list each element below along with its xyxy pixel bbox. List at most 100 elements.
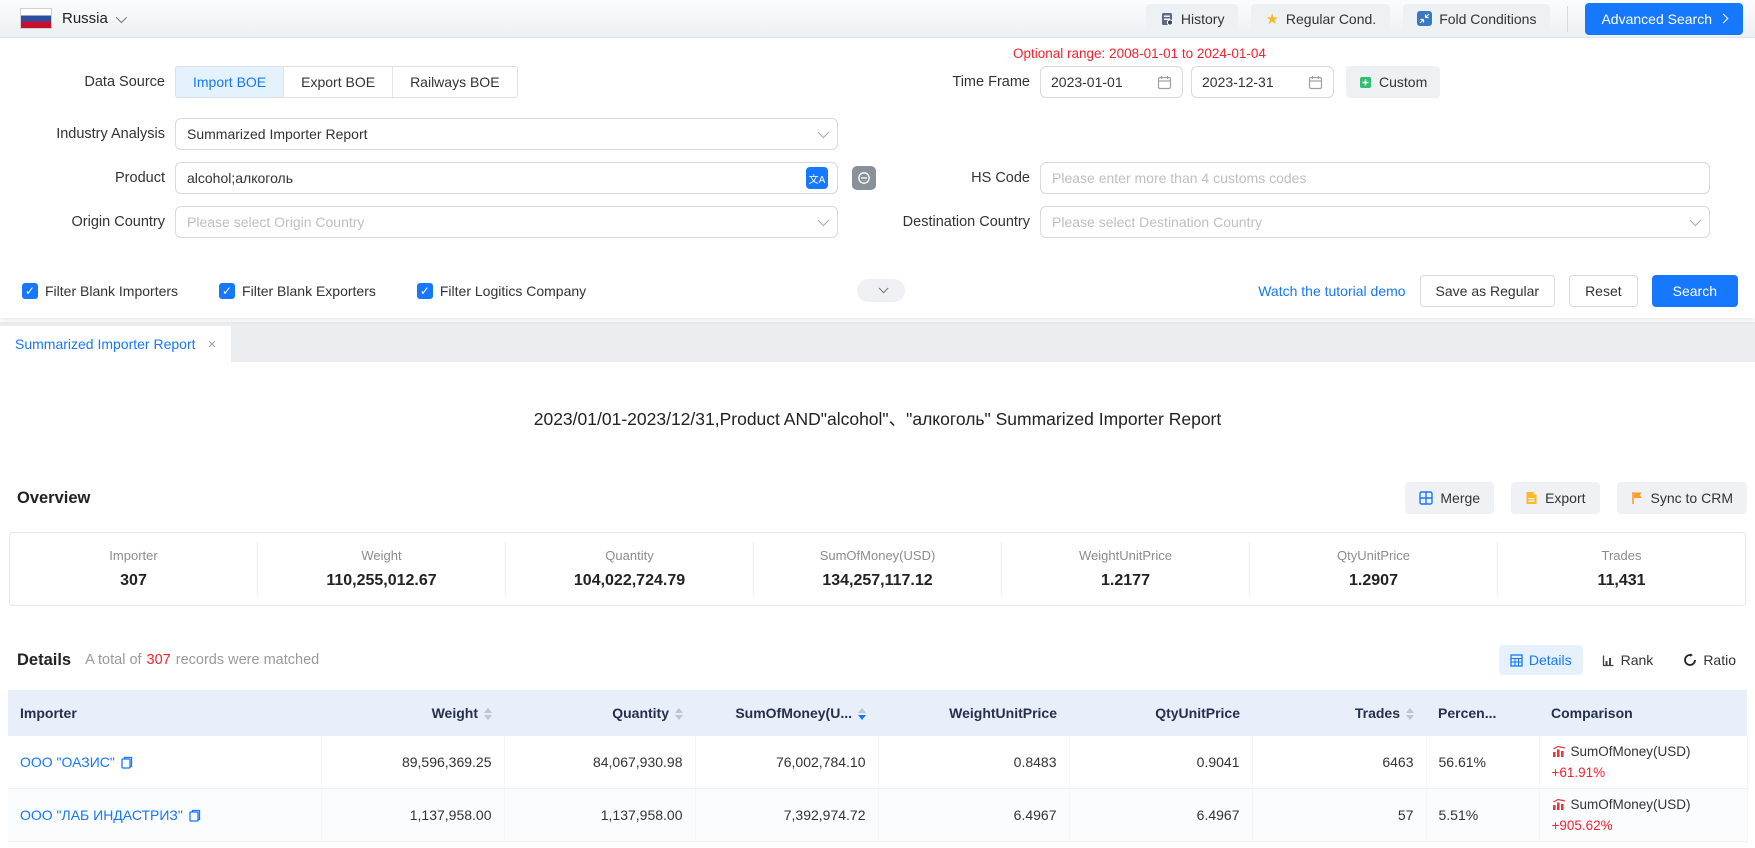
industry-analysis-select[interactable]: Summarized Importer Report bbox=[175, 118, 838, 150]
tab-import-boe[interactable]: Import BOE bbox=[176, 67, 283, 97]
table-header-row: Importer Weight Quantity SumOfMoney(U...… bbox=[8, 690, 1747, 736]
qty-unit-price-cell: 6.4967 bbox=[1069, 789, 1252, 842]
origin-country-label: Origin Country bbox=[0, 214, 165, 230]
overview-stats: Importer 307 Weight 110,255,012.67 Quant… bbox=[9, 532, 1746, 606]
save-as-regular-button[interactable]: Save as Regular bbox=[1420, 275, 1556, 307]
stat-importer: Importer 307 bbox=[10, 542, 257, 596]
data-source-tabs: Import BOE Export BOE Railways BOE bbox=[175, 66, 518, 98]
col-sum-of-money[interactable]: SumOfMoney(U... bbox=[695, 690, 878, 736]
report-title: 2023/01/01-2023/12/31,Product AND"alcoho… bbox=[0, 406, 1755, 432]
comparison-cell: SumOfMoney(USD) +905.62% bbox=[1539, 789, 1747, 842]
stat-sum-of-money: SumOfMoney(USD) 134,257,117.12 bbox=[753, 542, 1001, 596]
chevron-down-icon bbox=[878, 283, 888, 293]
sum-cell: 76,002,784.10 bbox=[695, 736, 878, 789]
rank-icon bbox=[1602, 654, 1615, 667]
russia-flag-icon bbox=[20, 8, 52, 29]
percent-cell: 5.51% bbox=[1426, 789, 1539, 842]
advanced-search-button[interactable]: Advanced Search bbox=[1585, 3, 1743, 35]
copy-icon[interactable] bbox=[121, 756, 133, 769]
col-comparison: Comparison bbox=[1539, 690, 1747, 736]
copy-icon[interactable] bbox=[189, 809, 201, 822]
synonym-icon[interactable] bbox=[852, 166, 876, 190]
close-tab-icon[interactable]: × bbox=[208, 336, 217, 353]
checkbox-checked-icon: ✓ bbox=[219, 283, 235, 299]
calendar-icon bbox=[1308, 75, 1323, 90]
sort-icon-active-desc[interactable] bbox=[858, 708, 866, 720]
chevron-down-icon bbox=[818, 127, 829, 138]
time-frame-label: Time Frame bbox=[838, 74, 1030, 90]
merge-grid-icon bbox=[1419, 491, 1433, 505]
quantity-cell: 1,137,958.00 bbox=[504, 789, 695, 842]
destination-country-select[interactable]: Please select Destination Country bbox=[1040, 206, 1710, 238]
importer-cell: ООО "ЛАБ ИНДАСТРИЗ" bbox=[8, 789, 321, 842]
date-to-input[interactable]: 2023-12-31 bbox=[1191, 66, 1334, 98]
filter-logitics-company-checkbox[interactable]: ✓ Filter Logitics Company bbox=[417, 283, 586, 299]
regular-cond-button[interactable]: ★ Regular Cond. bbox=[1251, 4, 1390, 34]
reset-button[interactable]: Reset bbox=[1569, 275, 1638, 307]
history-button[interactable]: History bbox=[1146, 4, 1239, 34]
industry-analysis-label: Industry Analysis bbox=[0, 126, 165, 142]
weight-unit-price-cell: 6.4967 bbox=[878, 789, 1069, 842]
ratio-icon bbox=[1683, 653, 1697, 667]
chevron-down-icon[interactable] bbox=[116, 11, 127, 22]
collapse-form-button[interactable] bbox=[857, 279, 905, 302]
sort-icon[interactable] bbox=[1406, 708, 1414, 720]
product-input[interactable]: alcohol;алкоголь bbox=[175, 162, 838, 194]
col-weight[interactable]: Weight bbox=[321, 690, 504, 736]
tab-export-boe[interactable]: Export BOE bbox=[283, 67, 392, 97]
filter-blank-importers-checkbox[interactable]: ✓ Filter Blank Importers bbox=[22, 283, 178, 299]
result-tab-strip: Summarized Importer Report × bbox=[0, 322, 1755, 362]
sort-icon[interactable] bbox=[484, 708, 492, 720]
data-source-label: Data Source bbox=[0, 74, 165, 90]
quantity-cell: 84,067,930.98 bbox=[504, 736, 695, 789]
chevron-down-icon bbox=[818, 215, 829, 226]
filter-blank-exporters-checkbox[interactable]: ✓ Filter Blank Exporters bbox=[219, 283, 376, 299]
view-rank-button[interactable]: Rank bbox=[1591, 645, 1665, 675]
col-percent: Percen... bbox=[1426, 690, 1539, 736]
export-button[interactable]: Export bbox=[1511, 482, 1599, 514]
divider bbox=[1567, 6, 1568, 32]
checkbox-checked-icon: ✓ bbox=[22, 283, 38, 299]
translate-icon[interactable]: 文A bbox=[806, 167, 828, 189]
col-quantity[interactable]: Quantity bbox=[504, 690, 695, 736]
col-qty-unit-price: QtyUnitPrice bbox=[1069, 690, 1252, 736]
details-heading: Details bbox=[17, 651, 71, 670]
top-bar: Russia History ★ Regular Cond. Fold Cond… bbox=[0, 0, 1755, 38]
custom-range-button[interactable]: Custom bbox=[1346, 66, 1440, 98]
fold-icon bbox=[1417, 11, 1432, 26]
merge-button[interactable]: Merge bbox=[1405, 482, 1494, 514]
comparison-change: +61.91% bbox=[1552, 765, 1735, 780]
stat-weight-unit-price: WeightUnitPrice 1.2177 bbox=[1001, 542, 1249, 596]
product-label: Product bbox=[0, 170, 165, 186]
view-ratio-button[interactable]: Ratio bbox=[1672, 645, 1747, 675]
destination-country-label: Destination Country bbox=[838, 214, 1030, 230]
col-importer: Importer bbox=[8, 690, 321, 736]
fold-conditions-button[interactable]: Fold Conditions bbox=[1403, 4, 1550, 34]
tab-summarized-importer-report[interactable]: Summarized Importer Report × bbox=[0, 326, 231, 362]
sync-to-crm-button[interactable]: Sync to CRM bbox=[1617, 482, 1747, 514]
table-row: ООО "ЛАБ ИНДАСТРИЗ" 1,137,958.00 1,137,9… bbox=[8, 789, 1747, 842]
chevron-down-icon bbox=[1690, 215, 1701, 226]
sync-flag-icon bbox=[1631, 491, 1644, 505]
tutorial-demo-link[interactable]: Watch the tutorial demo bbox=[1258, 283, 1405, 299]
tab-railways-boe[interactable]: Railways BOE bbox=[392, 67, 516, 97]
col-trades[interactable]: Trades bbox=[1252, 690, 1426, 736]
weight-cell: 1,137,958.00 bbox=[321, 789, 504, 842]
hs-code-input[interactable]: Please enter more than 4 customs codes bbox=[1040, 162, 1710, 194]
sort-icon[interactable] bbox=[675, 708, 683, 720]
calendar-icon bbox=[1157, 75, 1172, 90]
chevron-right-icon bbox=[1719, 14, 1729, 24]
stat-weight: Weight 110,255,012.67 bbox=[257, 542, 505, 596]
search-button[interactable]: Search bbox=[1652, 275, 1738, 307]
importer-link[interactable]: ООО "ЛАБ ИНДАСТРИЗ" bbox=[20, 807, 183, 823]
origin-country-select[interactable]: Please select Origin Country bbox=[175, 206, 838, 238]
country-selector-label[interactable]: Russia bbox=[62, 10, 108, 27]
date-from-input[interactable]: 2023-01-01 bbox=[1040, 66, 1183, 98]
stat-qty-unit-price: QtyUnitPrice 1.2907 bbox=[1249, 542, 1497, 596]
col-weight-unit-price: WeightUnitPrice bbox=[878, 690, 1069, 736]
view-details-button[interactable]: Details bbox=[1499, 645, 1583, 675]
importer-link[interactable]: ООО "ОАЗИС" bbox=[20, 754, 115, 770]
trades-cell: 6463 bbox=[1252, 736, 1426, 789]
importer-cell: ООО "ОАЗИС" bbox=[8, 736, 321, 789]
search-form-panel: Optional range: 2008-01-01 to 2024-01-04… bbox=[0, 38, 1755, 318]
